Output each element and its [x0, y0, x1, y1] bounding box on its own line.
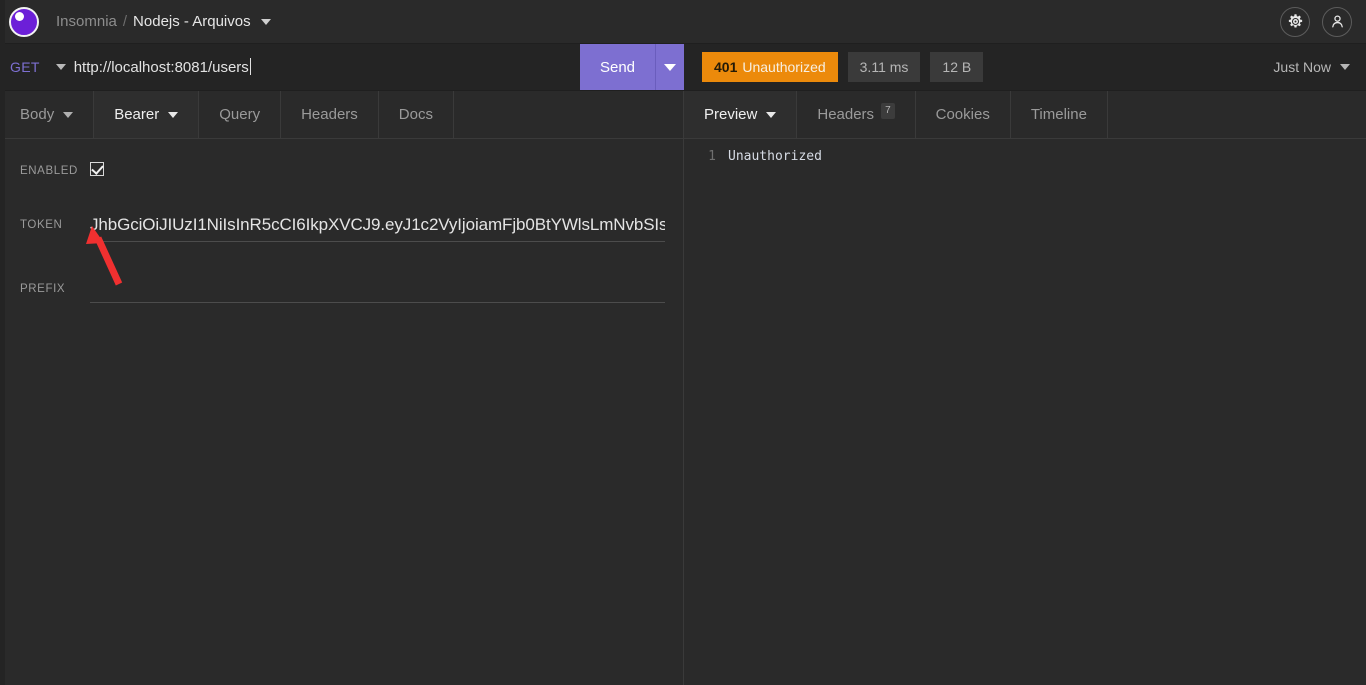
main-panes: Body Bearer Query Headers Docs ENABLED T… — [0, 91, 1366, 685]
send-button[interactable]: Send — [580, 44, 656, 90]
response-tab-bar: Preview Headers 7 Cookies Timeline — [684, 91, 1366, 139]
url-bar: GET http://localhost:8081/users Send 401… — [0, 44, 1366, 91]
tab-preview-label: Preview — [704, 106, 758, 123]
prefix-row: PREFIX — [20, 279, 665, 323]
prefix-label: PREFIX — [20, 283, 66, 295]
headers-count-badge: 7 — [881, 103, 895, 119]
tab-response-headers-label: Headers — [817, 106, 875, 123]
tab-headers[interactable]: Headers — [281, 91, 379, 138]
insomnia-logo-icon — [9, 6, 39, 37]
account-icon — [1331, 15, 1343, 28]
token-input-value: JhbGciOiJIUzI1NiIsInR5cCI6IkpXVCJ9.eyJ1c… — [90, 215, 665, 234]
request-tab-bar: Body Bearer Query Headers Docs — [0, 91, 683, 139]
tab-bearer-label: Bearer — [114, 106, 160, 123]
enabled-value — [90, 161, 665, 176]
http-method-label[interactable]: GET — [10, 59, 40, 75]
prefix-value — [90, 279, 665, 303]
breadcrumb-separator: / — [122, 13, 128, 30]
status-code: 401 — [714, 59, 738, 75]
url-input[interactable]: http://localhost:8081/users — [74, 58, 251, 76]
status-badge[interactable]: 401 Unauthorized — [702, 52, 838, 82]
tab-cookies[interactable]: Cookies — [916, 91, 1011, 138]
gear-icon — [1288, 14, 1302, 28]
status-text: Unauthorized — [742, 59, 826, 75]
chevron-down-icon — [63, 111, 74, 118]
response-tab-bar-filler — [1108, 91, 1366, 138]
token-row: TOKEN JhbGciOiJIUzI1NiIsInR5cCI6IkpXVCJ9… — [20, 215, 665, 259]
tab-preview[interactable]: Preview — [684, 91, 798, 138]
send-options-button[interactable] — [656, 44, 684, 90]
line-number: 1 — [708, 149, 716, 164]
tab-query[interactable]: Query — [199, 91, 282, 138]
enabled-row: ENABLED — [20, 161, 665, 205]
tab-body-label: Body — [20, 106, 55, 123]
tab-body[interactable]: Body — [0, 91, 95, 138]
response-size-badge[interactable]: 12 B — [930, 52, 984, 82]
breadcrumb-workspace[interactable]: Nodejs - Arquivos — [133, 13, 251, 30]
response-pane: Preview Headers 7 Cookies Timeline 1 Una… — [684, 91, 1366, 685]
bearer-auth-form: ENABLED TOKEN JhbGciOiJIUzI1NiIsInR5cCI6… — [0, 139, 683, 323]
token-value: JhbGciOiJIUzI1NiIsInR5cCI6IkpXVCJ9.eyJ1c… — [90, 215, 665, 242]
title-bar: Insomnia / Nodejs - Arquivos — [0, 0, 1366, 44]
chevron-down-icon — [168, 111, 179, 118]
request-pane: Body Bearer Query Headers Docs ENABLED T… — [0, 91, 684, 685]
tab-docs[interactable]: Docs — [379, 91, 454, 138]
chevron-down-icon — [1340, 64, 1350, 70]
url-input-value: http://localhost:8081/users — [73, 59, 249, 76]
response-preview-body[interactable]: 1 Unauthorized — [684, 139, 1366, 685]
title-bar-actions — [1280, 6, 1366, 37]
token-input[interactable]: JhbGciOiJIUzI1NiIsInR5cCI6IkpXVCJ9.eyJ1c… — [90, 215, 665, 242]
response-status-area: 401 Unauthorized 3.11 ms 12 B — [684, 44, 984, 90]
response-line: 1 Unauthorized — [684, 149, 1366, 164]
tab-bearer[interactable]: Bearer — [94, 91, 200, 138]
token-label: TOKEN — [20, 219, 63, 231]
tab-response-headers[interactable]: Headers 7 — [797, 91, 916, 138]
response-history-dropdown[interactable]: Just Now — [1273, 44, 1366, 90]
settings-button[interactable] — [1280, 6, 1310, 37]
enabled-label: ENABLED — [20, 165, 78, 177]
left-edge-rail — [0, 0, 5, 685]
method-chevron-down-icon[interactable] — [55, 64, 66, 70]
prefix-input[interactable] — [90, 279, 665, 303]
text-cursor — [249, 58, 251, 75]
response-history-label: Just Now — [1273, 59, 1331, 75]
chevron-down-icon[interactable] — [260, 18, 271, 25]
breadcrumb-app-name[interactable]: Insomnia — [56, 13, 117, 30]
url-input-group[interactable]: GET http://localhost:8081/users — [0, 44, 580, 90]
tab-timeline[interactable]: Timeline — [1011, 91, 1108, 138]
tab-bar-filler — [454, 91, 683, 138]
enabled-checkbox[interactable] — [90, 162, 104, 176]
account-button[interactable] — [1322, 6, 1352, 37]
response-time-badge[interactable]: 3.11 ms — [847, 52, 921, 82]
chevron-down-icon — [766, 111, 777, 118]
chevron-down-icon — [664, 63, 676, 71]
response-line-text: Unauthorized — [728, 149, 822, 164]
breadcrumb[interactable]: Insomnia / Nodejs - Arquivos — [56, 13, 271, 30]
